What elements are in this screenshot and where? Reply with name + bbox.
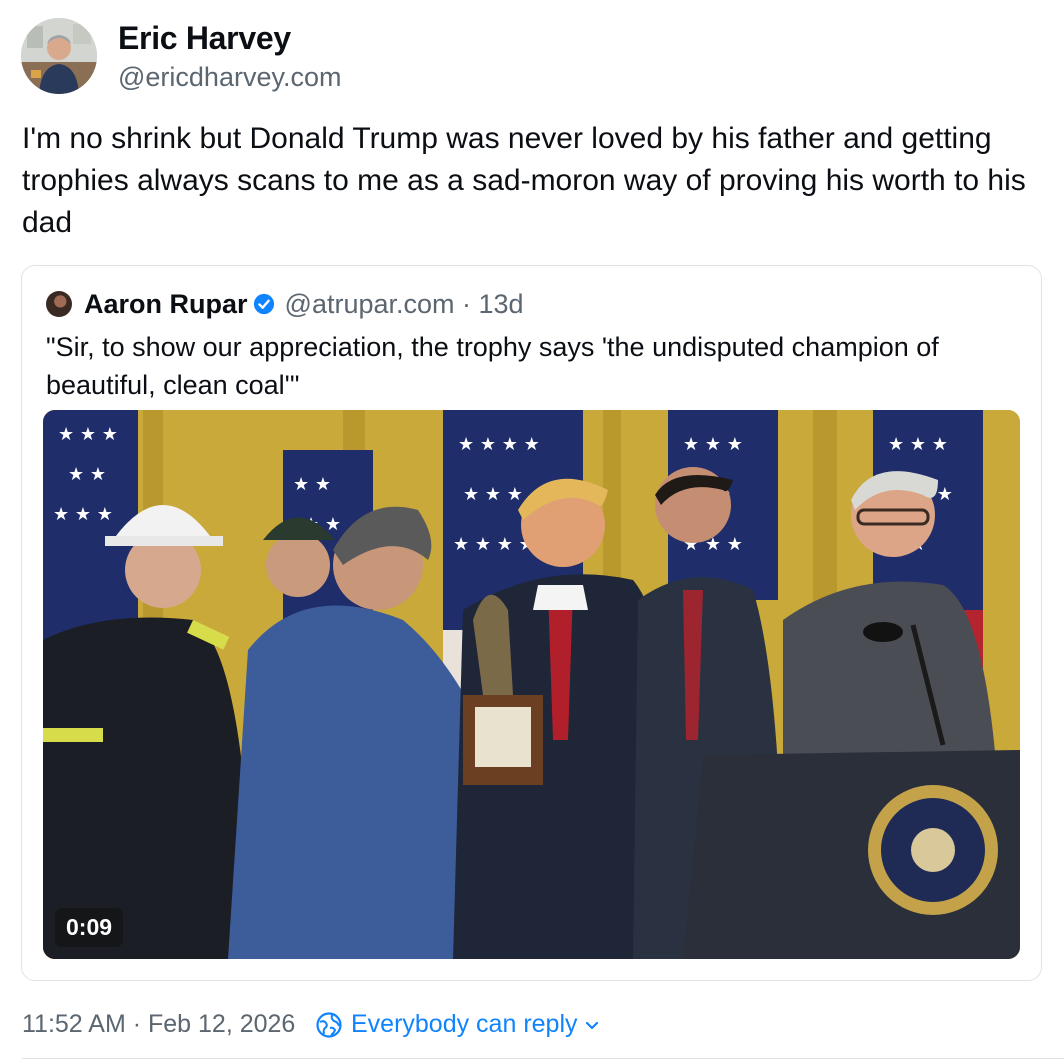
divider bbox=[22, 1058, 1064, 1059]
svg-text:★ ★ ★: ★ ★ ★ bbox=[463, 484, 523, 505]
svg-text:★ ★ ★ ★: ★ ★ ★ ★ bbox=[458, 434, 540, 455]
svg-text:★ ★ ★: ★ ★ ★ bbox=[53, 504, 113, 525]
avatar-photo bbox=[21, 18, 97, 94]
verified-check-icon bbox=[253, 293, 274, 315]
post-text: I'm no shrink but Donald Trump was never… bbox=[22, 122, 1026, 239]
post-timestamp[interactable]: 11:52 AM · Feb 12, 2026 bbox=[22, 1010, 295, 1039]
quote-handle-and-time[interactable]: @atrupar.com · 13d bbox=[285, 289, 524, 320]
video-thumbnail: ★ ★ ★ ★ ★ ★ ★ ★ ★ ★ ★ ★ ★ ★ ★ ★ ★ ★ ★ ★ ★ ★ ★… bbox=[43, 410, 1020, 959]
svg-text:★ ★ ★: ★ ★ ★ bbox=[683, 434, 743, 455]
author-avatar[interactable] bbox=[21, 18, 97, 94]
author-display-name[interactable]: Eric Harvey bbox=[118, 20, 291, 57]
reply-setting-button[interactable]: Everybody can reply bbox=[315, 1010, 600, 1039]
quote-header: Aaron Rupar @atrupar.com · 13d bbox=[46, 286, 524, 322]
quote-author-name[interactable]: Aaron Rupar bbox=[84, 289, 248, 320]
svg-text:★ ★: ★ ★ bbox=[293, 474, 331, 495]
svg-text:★ ★ ★: ★ ★ ★ bbox=[888, 434, 948, 455]
quote-post-card[interactable]: Aaron Rupar @atrupar.com · 13d "Sir, to … bbox=[21, 265, 1042, 981]
svg-text:★ ★ ★: ★ ★ ★ bbox=[58, 424, 118, 445]
video-duration-badge: 0:09 bbox=[55, 908, 124, 947]
reply-setting-label: Everybody can reply bbox=[351, 1010, 578, 1038]
author-handle[interactable]: @ericdharvey.com bbox=[118, 62, 341, 93]
quote-text: "Sir, to show our appreciation, the trop… bbox=[46, 332, 939, 400]
video-player[interactable]: ★ ★ ★ ★ ★ ★ ★ ★ ★ ★ ★ ★ ★ ★ ★ ★ ★ ★ ★ ★ ★ ★ ★… bbox=[43, 410, 1020, 959]
svg-text:★ ★: ★ ★ bbox=[68, 464, 106, 485]
svg-text:★ ★ ★ ★: ★ ★ ★ ★ bbox=[453, 534, 535, 555]
quote-author-avatar[interactable] bbox=[46, 291, 72, 317]
chevron-down-icon bbox=[585, 1021, 598, 1029]
reply-audience-icon bbox=[316, 1011, 342, 1038]
